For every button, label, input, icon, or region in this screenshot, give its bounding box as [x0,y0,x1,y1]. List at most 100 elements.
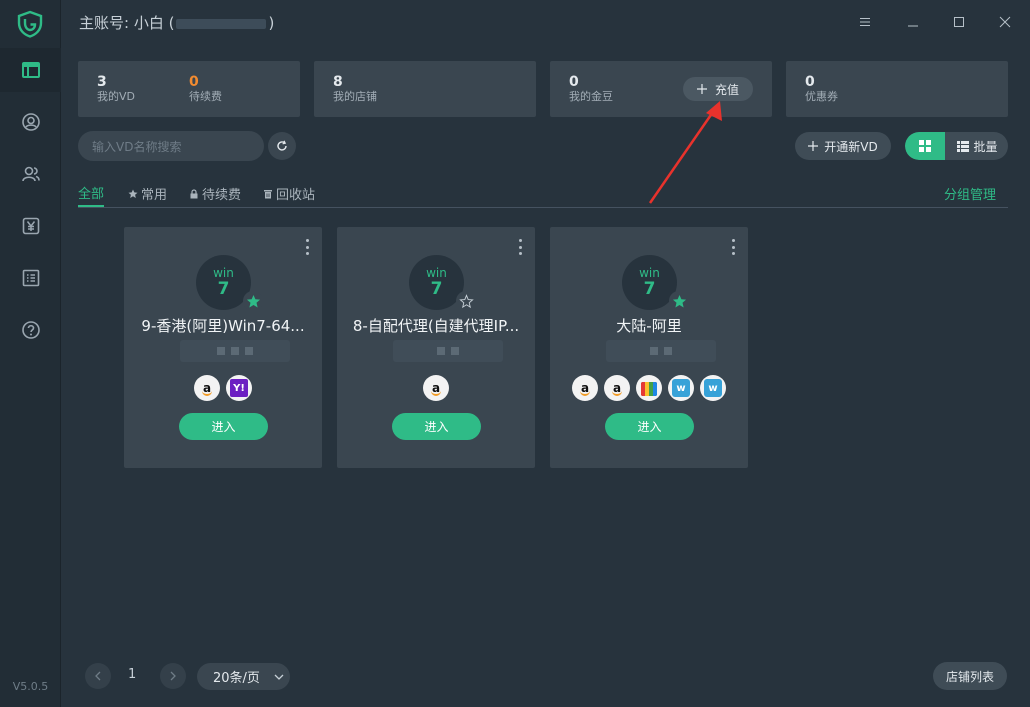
window-title: 主账号: 小白 () [79,12,274,33]
tab-recycle-bin[interactable]: 回收站 [263,180,315,207]
vd-card[interactable]: win 7 大陆-阿里 a a w w 进入 [550,227,748,468]
users-icon [21,166,40,182]
stat-card-vd: 3 我的VD 0 待续费 [78,61,300,117]
stat-value: 0 [569,74,579,90]
chevron-right-icon [170,671,176,681]
list-icon [22,269,39,287]
stat-pending-renewal[interactable]: 0 待续费 [189,74,222,104]
tab-label: 待续费 [202,188,242,203]
plus-icon [808,141,819,151]
vd-card[interactable]: win 7 8-自配代理(自建代理IP... a 进入 [337,227,535,468]
page-size-value: 20条/页 [213,671,260,686]
more-options-button[interactable] [728,239,738,255]
stat-value: 3 [97,74,107,90]
vd-card[interactable]: win 7 9-香港(阿里)Win7-64... a Y! 进入 [124,227,322,468]
platform-list: a a w w [550,375,748,401]
amazon-icon[interactable]: a [604,375,630,401]
sidebar-item-orders[interactable] [0,256,61,300]
tab-bar: 全部 常用 待续费 回收站 分组管理 [78,180,1008,208]
grid-view-button[interactable] [905,132,945,160]
platform-list: a Y! [124,375,322,401]
os-version: 7 [217,279,230,299]
favorite-star-button[interactable] [456,291,476,311]
yen-icon [22,217,39,235]
stat-label: 优惠券 [805,90,838,103]
star-outline-icon [458,293,474,308]
next-page-button[interactable] [160,663,186,689]
sidebar: V5.0.5 [0,0,61,707]
enter-button[interactable]: 进入 [392,413,481,440]
tab-label: 常用 [141,188,168,203]
enter-button[interactable]: 进入 [605,413,694,440]
grid-icon [919,140,931,152]
amazon-icon[interactable]: a [194,375,220,401]
sidebar-item-help[interactable] [0,308,61,352]
page-size-select[interactable]: 20条/页 [197,663,290,690]
tab-pending-renewal[interactable]: 待续费 [189,180,241,207]
batch-view-button[interactable]: 批量 [947,132,1008,160]
maximize-button[interactable] [947,10,971,34]
question-icon [21,321,40,339]
yahoo-icon[interactable]: Y! [226,375,252,401]
os-version: 7 [430,279,443,299]
sidebar-item-members[interactable] [0,152,61,196]
menu-button[interactable] [853,10,877,34]
more-options-button[interactable] [515,239,525,255]
sidebar-item-account[interactable] [0,100,61,144]
close-icon [999,16,1011,28]
close-button[interactable] [993,10,1017,34]
tab-label: 全部 [78,187,105,202]
enter-button[interactable]: 进入 [179,413,268,440]
search-placeholder: 输入VD名称搜索 [92,139,182,154]
amazon-icon[interactable]: a [572,375,598,401]
refresh-button[interactable] [268,132,296,160]
stat-coupons[interactable]: 0 优惠券 [805,74,838,104]
tab-all[interactable]: 全部 [78,180,105,207]
minimize-button[interactable] [901,10,925,34]
more-options-button[interactable] [302,239,312,255]
trash-icon [264,189,272,198]
stat-card-stores: 8 我的店铺 [314,61,536,117]
group-manage-link[interactable]: 分组管理 [944,180,996,207]
masked-account-id [176,18,267,29]
user-circle-icon [21,113,40,131]
favorite-star-button[interactable] [669,291,689,311]
minimize-icon [908,25,918,27]
vd-name: 9-香港(阿里)Win7-64... [141,317,305,335]
stat-my-stores[interactable]: 8 我的店铺 [333,74,377,104]
stat-value: 0 [189,74,199,90]
current-page[interactable]: 1 [128,667,136,682]
tab-favorites[interactable]: 常用 [128,180,167,207]
masked-ip [606,340,716,362]
wish-icon[interactable]: w [700,375,726,401]
os-name: win [426,266,447,280]
stat-label: 我的VD [97,90,135,103]
lock-icon [190,188,198,198]
wish-icon[interactable]: w [668,375,694,401]
amazon-icon[interactable]: a [423,375,449,401]
title-prefix: 主账号: 小白 ( [79,14,175,32]
sidebar-item-dashboard[interactable] [0,48,61,92]
star-filled-icon [672,294,686,307]
stat-card-coupons: 0 优惠券 [786,61,1008,117]
app-version: V5.0.5 [12,680,49,693]
search-input[interactable]: 输入VD名称搜索 [78,131,264,161]
stat-my-beans[interactable]: 0 我的金豆 [569,74,613,104]
table-icon [957,141,970,152]
store-list-button[interactable]: 店铺列表 [933,662,1007,690]
open-new-vd-label: 开通新VD [824,139,878,154]
star-icon [128,189,138,198]
stat-my-vd[interactable]: 3 我的VD [97,74,135,104]
open-new-vd-button[interactable]: 开通新VD [795,132,891,160]
vd-name: 大陆-阿里 [616,317,682,335]
favorite-star-button[interactable] [243,291,263,311]
layout-icon [21,62,40,78]
stat-label: 我的店铺 [333,90,377,103]
annotation-arrow-icon [648,101,722,204]
shopping-bag-icon[interactable] [636,375,662,401]
sidebar-item-billing[interactable] [0,204,61,248]
prev-page-button[interactable] [85,663,111,689]
hamburger-icon [860,18,870,26]
vd-name: 8-自配代理(自建代理IP... [352,317,520,335]
view-toggle: 批量 [905,132,1008,160]
